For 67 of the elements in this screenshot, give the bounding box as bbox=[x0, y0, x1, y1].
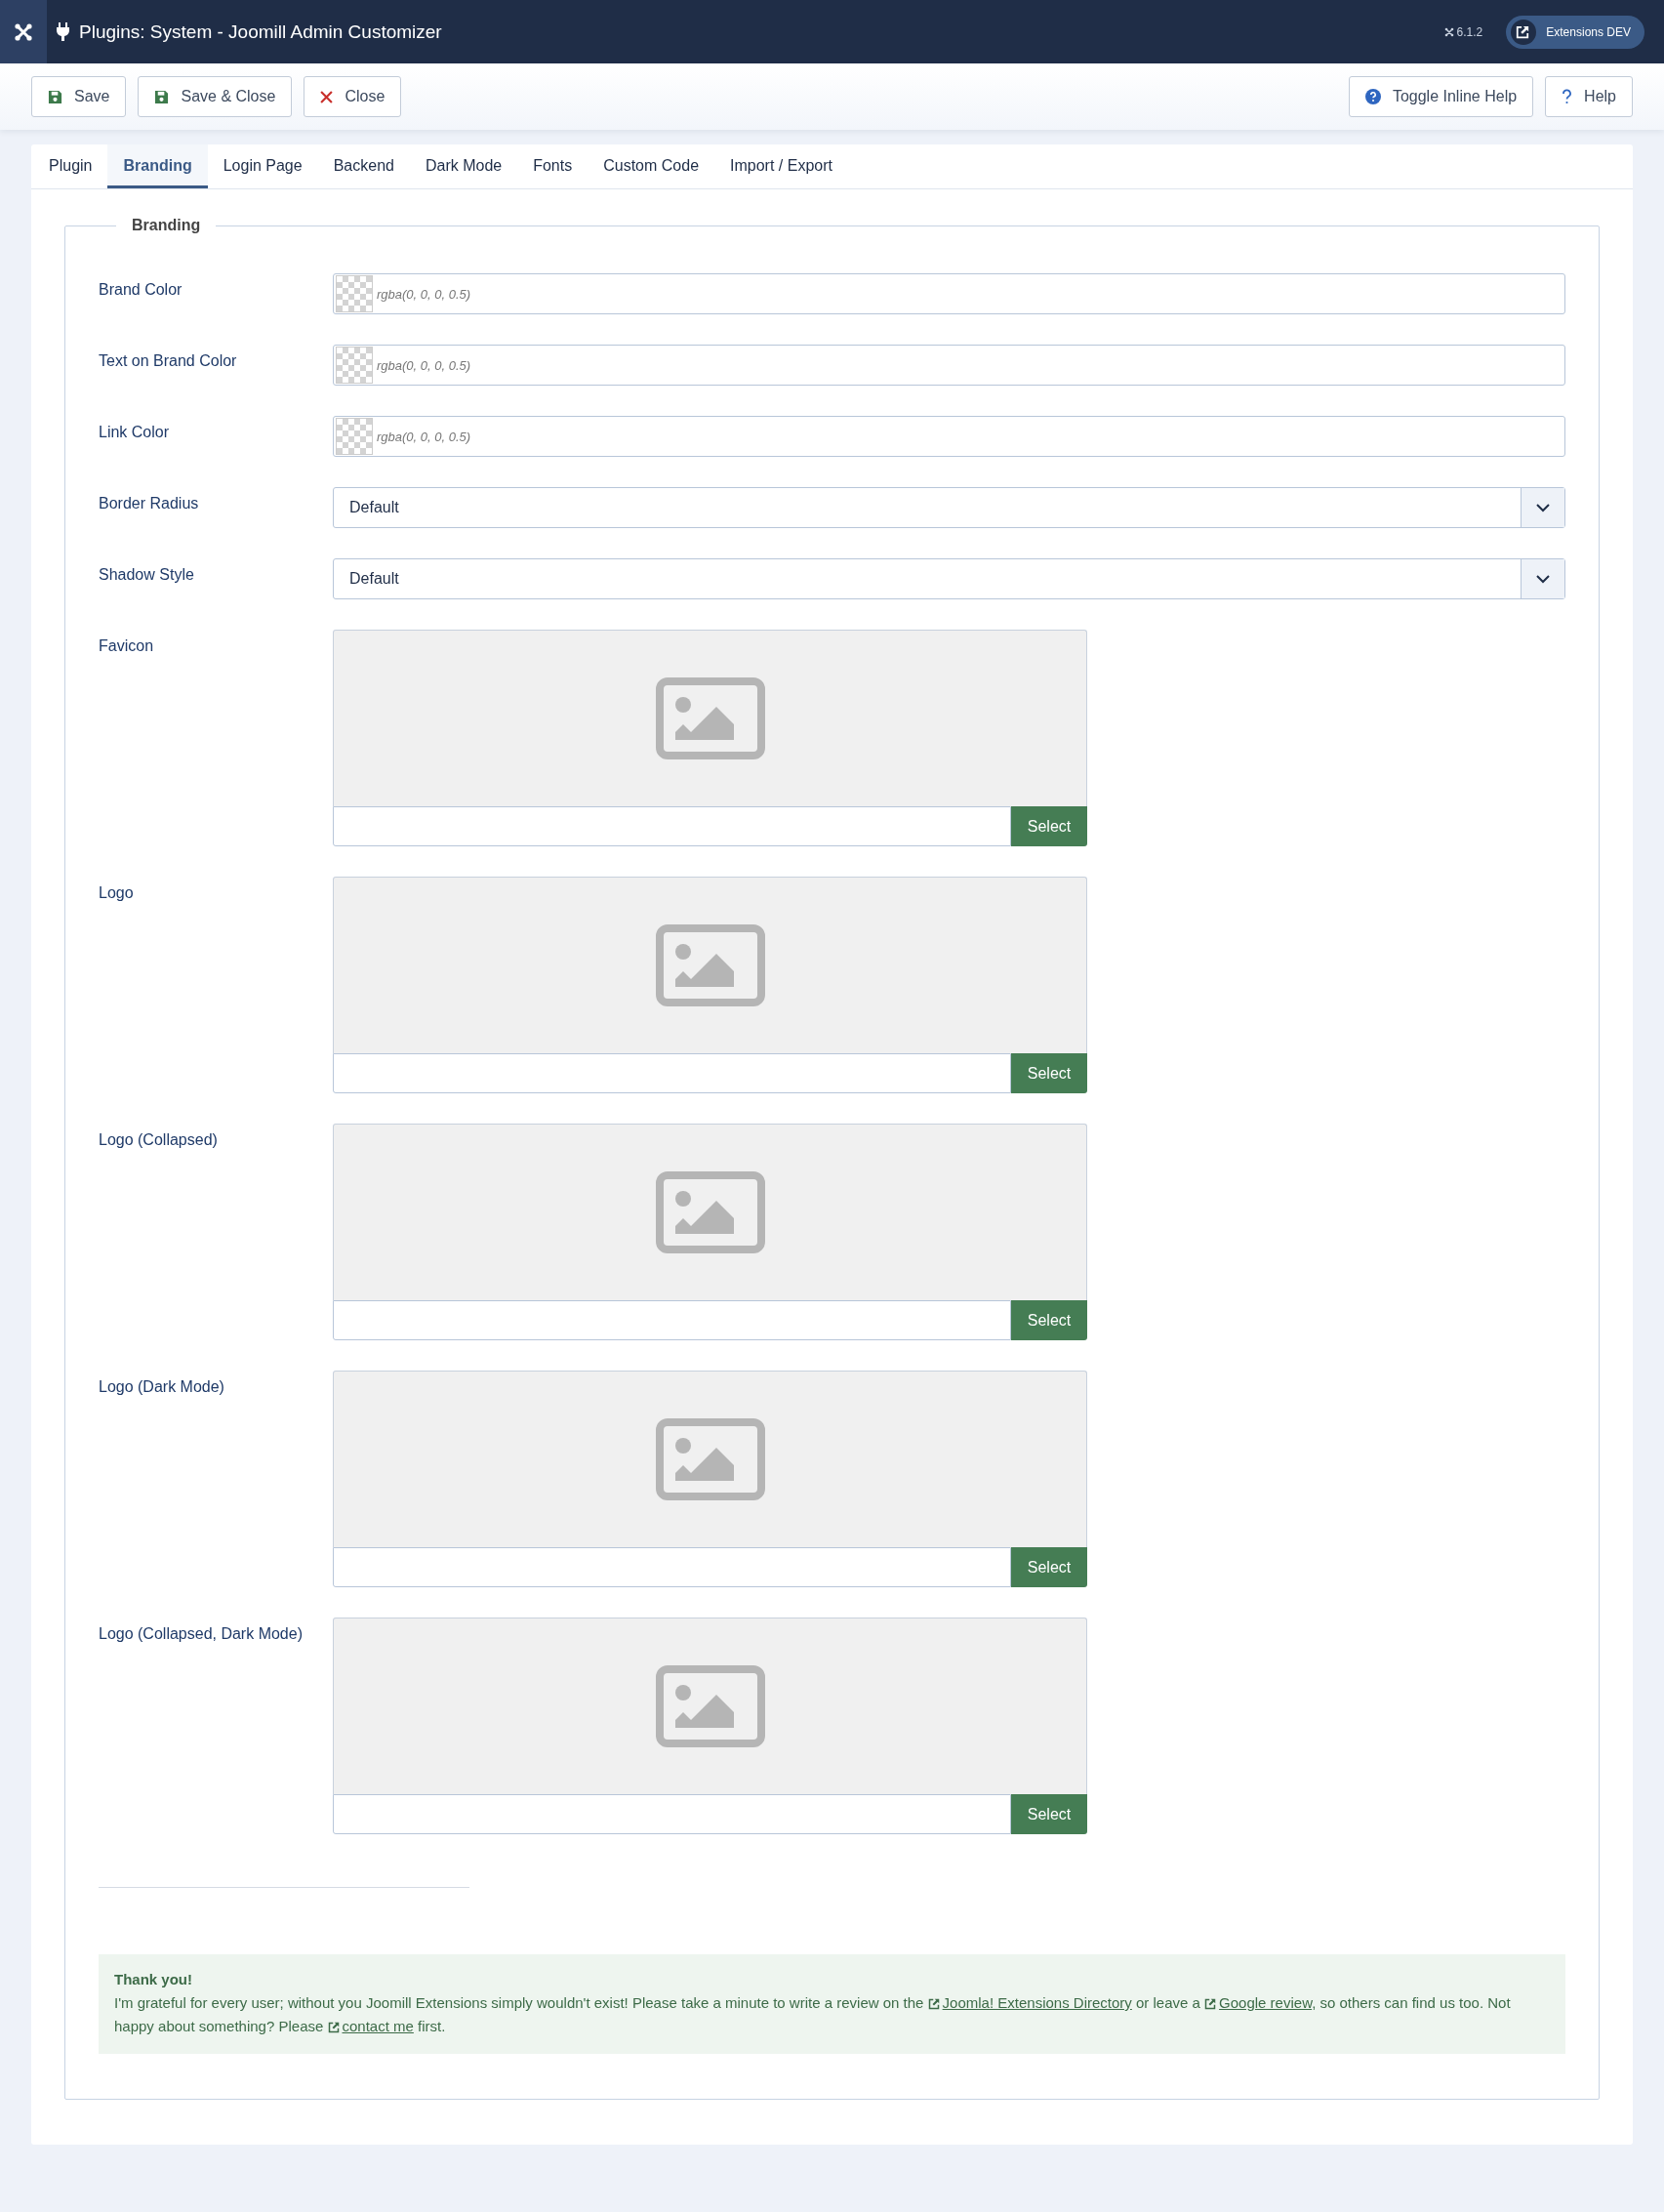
joomla-icon bbox=[1443, 26, 1454, 37]
field-label: Logo (Collapsed, Dark Mode) bbox=[99, 1624, 304, 1644]
image-placeholder-icon bbox=[655, 1665, 765, 1747]
review-link[interactable]: Joomla! Extensions Directory bbox=[927, 1994, 1132, 2011]
external-link-icon bbox=[1204, 1998, 1217, 2010]
field-label: Link Color bbox=[99, 423, 171, 442]
color-field[interactable]: rgba(0, 0, 0, 0.5) bbox=[333, 273, 1565, 314]
image-placeholder-icon bbox=[655, 1171, 765, 1253]
select-field[interactable]: Default bbox=[333, 487, 1565, 528]
select-button[interactable]: Select bbox=[1011, 806, 1087, 846]
transparent-swatch[interactable] bbox=[336, 418, 373, 455]
tab[interactable]: Branding bbox=[107, 144, 208, 188]
logo-tile[interactable] bbox=[0, 0, 47, 63]
color-field[interactable]: rgba(0, 0, 0, 0.5) bbox=[333, 416, 1565, 457]
user-menu-button[interactable]: Extensions DEV bbox=[1506, 15, 1644, 49]
field-label: Text on Brand Color bbox=[99, 351, 238, 371]
tab[interactable]: Custom Code bbox=[588, 144, 715, 188]
color-field[interactable]: rgba(0, 0, 0, 0.5) bbox=[333, 345, 1565, 386]
tab[interactable]: Fonts bbox=[517, 144, 588, 188]
tab[interactable]: Backend bbox=[317, 144, 410, 188]
page-title: Plugins: System - Joomill Admin Customizer bbox=[79, 20, 442, 43]
select-button[interactable]: Select bbox=[1011, 1547, 1087, 1587]
external-link-icon bbox=[927, 1998, 940, 2010]
tab[interactable]: Login Page bbox=[207, 144, 318, 188]
toolbar-button[interactable]: Close bbox=[304, 76, 402, 117]
image-placeholder-icon bbox=[655, 924, 765, 1006]
tab[interactable]: Dark Mode bbox=[409, 144, 518, 188]
toolbar-button[interactable]: Save bbox=[31, 76, 127, 117]
transparent-swatch[interactable] bbox=[336, 275, 373, 312]
field-label: Border Radius bbox=[99, 494, 200, 513]
field-label: Brand Color bbox=[99, 280, 183, 300]
thank-you-text: I'm grateful for every user; without you Joomill Extensions simply wouldn't exist! Please take a minute to write a review on the Joomla! Extensions Directory or leave a Google review, so others can find us too. Not happy about something? Please contact me first. bbox=[114, 1994, 1511, 2034]
joomla-icon bbox=[14, 21, 33, 42]
tab[interactable]: Plugin bbox=[33, 144, 108, 188]
thank-you-title: Thank you! bbox=[114, 1970, 193, 1989]
chevron-down-icon bbox=[1536, 503, 1550, 512]
question-icon bbox=[1562, 89, 1573, 104]
field-label: Favicon bbox=[99, 636, 155, 656]
close-icon bbox=[320, 90, 334, 103]
external-link-icon bbox=[327, 2022, 340, 2033]
field-label: Logo (Dark Mode) bbox=[99, 1377, 225, 1397]
fieldset-legend: Branding bbox=[116, 217, 217, 234]
chevron-down-icon bbox=[1536, 574, 1550, 584]
media-path-field[interactable] bbox=[333, 1300, 1011, 1340]
plug-icon bbox=[57, 22, 69, 41]
version-label: 6.1.2 bbox=[1456, 24, 1483, 39]
tab[interactable]: Import / Export bbox=[714, 144, 848, 188]
select-button[interactable]: Select bbox=[1011, 1300, 1087, 1340]
media-path-field[interactable] bbox=[333, 1053, 1011, 1093]
help-icon bbox=[1364, 89, 1381, 104]
toolbar-button[interactable]: Save & Close bbox=[138, 76, 293, 117]
field-label: Logo (Collapsed) bbox=[99, 1130, 219, 1150]
review-link[interactable]: contact me bbox=[327, 2018, 414, 2034]
select-button[interactable]: Select bbox=[1011, 1053, 1087, 1093]
toolbar-button[interactable]: Help bbox=[1545, 76, 1633, 117]
image-placeholder-icon bbox=[655, 1418, 765, 1500]
media-path-field[interactable] bbox=[333, 1794, 1011, 1834]
field-label: Logo bbox=[99, 883, 135, 903]
select-button[interactable]: Select bbox=[1011, 1794, 1087, 1834]
image-placeholder-icon bbox=[655, 677, 765, 759]
external-link-icon bbox=[1515, 24, 1529, 39]
select-field[interactable]: Default bbox=[333, 558, 1565, 599]
media-path-field[interactable] bbox=[333, 1547, 1011, 1587]
toolbar-button[interactable]: Toggle Inline Help bbox=[1348, 76, 1534, 117]
transparent-swatch[interactable] bbox=[336, 347, 373, 384]
media-path-field[interactable] bbox=[333, 806, 1011, 846]
field-label: Shadow Style bbox=[99, 565, 195, 585]
